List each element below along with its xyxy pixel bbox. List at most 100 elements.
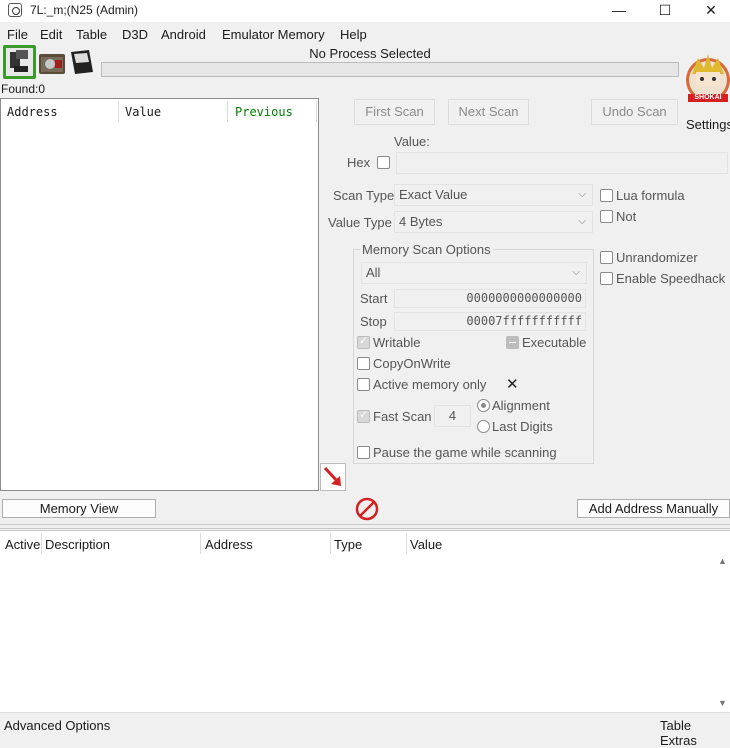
avatar-text: SHOKAI: [694, 94, 722, 101]
close-x-icon[interactable]: ✕: [506, 375, 519, 393]
memory-region-select[interactable]: All ⌵: [361, 262, 587, 284]
open-file-icon[interactable]: [38, 48, 68, 78]
table-extras-link[interactable]: Table Extras: [660, 718, 730, 748]
alignment-radio[interactable]: [477, 399, 490, 412]
active-memory-label: Active memory only: [373, 377, 487, 392]
memory-scan-options-title: Memory Scan Options: [360, 242, 493, 257]
menu-emulator-memory[interactable]: Emulator Memory: [222, 27, 325, 42]
folder-icon: [39, 54, 65, 74]
pause-game-label: Pause the game while scanning: [373, 445, 557, 460]
table-col-type[interactable]: Type: [334, 537, 362, 552]
results-col-address[interactable]: Address: [7, 105, 58, 119]
writable-label: Writable: [373, 335, 421, 350]
red-arrow-icon: [323, 466, 341, 486]
not-checkbox[interactable]: [600, 210, 613, 223]
unrandomizer-checkbox[interactable]: [600, 251, 613, 264]
speedhack-checkbox[interactable]: [600, 272, 613, 285]
stop-address-input[interactable]: 00007fffffffffff: [394, 312, 586, 331]
active-memory-checkbox[interactable]: [357, 378, 370, 391]
menu-help[interactable]: Help: [340, 27, 367, 42]
chevron-down-icon: ⌵: [572, 267, 580, 278]
executable-label: Executable: [522, 335, 587, 350]
menu-file[interactable]: File: [7, 27, 28, 42]
lua-formula-checkbox[interactable]: [600, 189, 613, 202]
computer-icon: [6, 48, 33, 76]
table-col-value[interactable]: Value: [410, 537, 442, 552]
executable-checkbox[interactable]: [506, 336, 519, 349]
first-scan-button[interactable]: First Scan: [354, 99, 435, 125]
scan-progress-bar: [101, 62, 679, 77]
value-type-select[interactable]: 4 Bytes ⌵: [394, 211, 593, 233]
table-col-address[interactable]: Address: [205, 537, 253, 552]
table-scrollbar[interactable]: ▲ ▼: [716, 556, 730, 712]
settings-avatar[interactable]: SHOKAI: [684, 44, 730, 116]
last-digits-radio[interactable]: [477, 420, 490, 433]
pause-game-checkbox[interactable]: [357, 446, 370, 459]
chevron-down-icon: ⌵: [578, 216, 586, 227]
address-table[interactable]: [0, 530, 730, 712]
col-separator: [118, 101, 119, 122]
writable-checkbox[interactable]: [357, 334, 370, 349]
col-separator: [316, 101, 317, 122]
col-separator: [406, 533, 407, 554]
col-separator: [330, 533, 331, 554]
stop-icon: [355, 497, 379, 521]
alignment-label: Alignment: [492, 398, 550, 413]
table-col-active[interactable]: Active: [5, 537, 40, 552]
scroll-down-icon[interactable]: ▼: [718, 698, 727, 708]
undo-scan-button[interactable]: Undo Scan: [591, 99, 678, 125]
not-label: Not: [616, 209, 637, 224]
maximize-button[interactable]: ☐: [642, 0, 688, 22]
fast-scan-checkbox[interactable]: [357, 408, 370, 423]
menu-edit[interactable]: Edit: [40, 27, 62, 42]
lua-formula-label: Lua formula: [616, 188, 685, 203]
scan-type-select[interactable]: Exact Value ⌵: [394, 184, 593, 206]
app-icon: [8, 3, 22, 17]
menu-d3d[interactable]: D3D: [122, 27, 148, 42]
open-process-icon[interactable]: [3, 45, 36, 79]
col-separator: [227, 101, 228, 122]
next-scan-button[interactable]: Next Scan: [448, 99, 529, 125]
value-label: Value:: [394, 134, 430, 149]
last-digits-label: Last Digits: [492, 419, 553, 434]
hex-label: Hex: [347, 155, 371, 170]
add-address-manually-button[interactable]: Add Address Manually: [577, 499, 730, 518]
value-type-value: 4 Bytes: [399, 214, 443, 229]
menu-android[interactable]: Android: [161, 27, 206, 42]
results-col-value[interactable]: Value: [125, 105, 161, 119]
memory-region-value: All: [366, 265, 381, 280]
stop-button[interactable]: [354, 496, 380, 522]
value-input[interactable]: [396, 152, 728, 174]
speedhack-label: Enable Speedhack: [616, 271, 726, 286]
found-count: Found:0: [1, 82, 46, 96]
col-separator: [200, 533, 201, 554]
scroll-up-icon[interactable]: ▲: [718, 556, 727, 566]
results-col-previous[interactable]: Previous: [235, 105, 293, 119]
fast-scan-input[interactable]: 4: [434, 405, 471, 427]
scan-results-list[interactable]: [0, 98, 319, 491]
copy-on-write-label: CopyOnWrite: [373, 356, 451, 371]
col-separator: [41, 533, 42, 554]
anime-avatar-icon: [686, 54, 730, 102]
value-type-label: Value Type: [328, 215, 392, 230]
settings-label[interactable]: Settings: [686, 117, 730, 132]
add-to-list-button[interactable]: [320, 463, 346, 491]
start-address-input[interactable]: 0000000000000000: [394, 289, 586, 308]
save-icon[interactable]: [67, 48, 97, 78]
window-title: 7L:_m;(N25 (Admin): [30, 3, 139, 17]
close-button[interactable]: ✕: [688, 0, 730, 22]
fast-scan-label: Fast Scan: [373, 409, 432, 424]
chevron-down-icon: ⌵: [578, 189, 586, 200]
menu-table[interactable]: Table: [76, 27, 107, 42]
disk-icon: [71, 50, 93, 74]
table-col-description[interactable]: Description: [45, 537, 110, 552]
minimize-button[interactable]: —: [596, 0, 642, 22]
advanced-options-link[interactable]: Advanced Options: [4, 718, 110, 733]
scan-type-value: Exact Value: [399, 187, 468, 202]
copy-on-write-checkbox[interactable]: [357, 357, 370, 370]
memory-view-button[interactable]: Memory View: [2, 499, 156, 518]
start-label: Start: [360, 291, 388, 306]
splitter[interactable]: [0, 524, 730, 529]
stop-label: Stop: [360, 314, 387, 329]
hex-checkbox[interactable]: [377, 156, 390, 169]
